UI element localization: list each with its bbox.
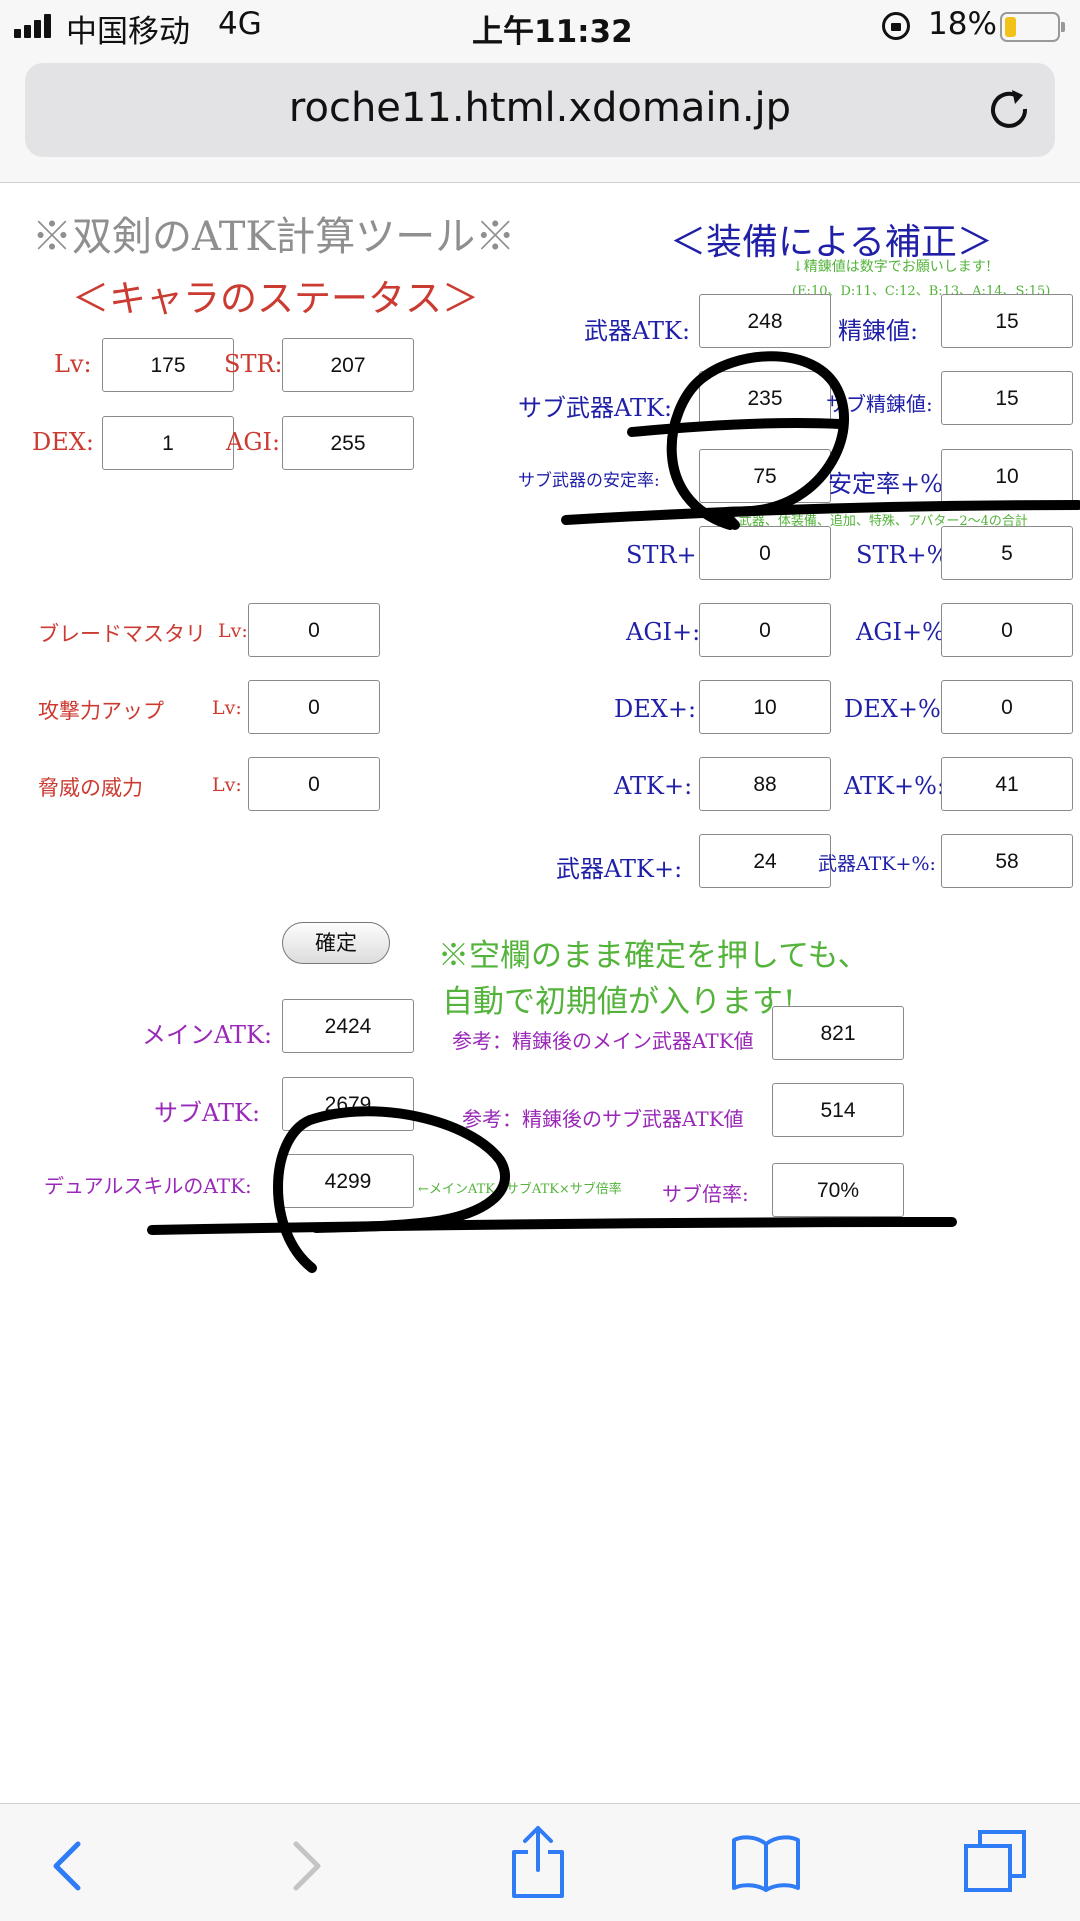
forward-icon[interactable]: [290, 1840, 324, 1892]
back-icon[interactable]: [50, 1840, 84, 1892]
tabs-icon[interactable]: [962, 1828, 1028, 1894]
share-icon[interactable]: [508, 1822, 568, 1902]
annotation-scribble: [147, 351, 1080, 1273]
browser-bottom-toolbar: [0, 1803, 1080, 1921]
bookmarks-icon[interactable]: [730, 1832, 802, 1894]
